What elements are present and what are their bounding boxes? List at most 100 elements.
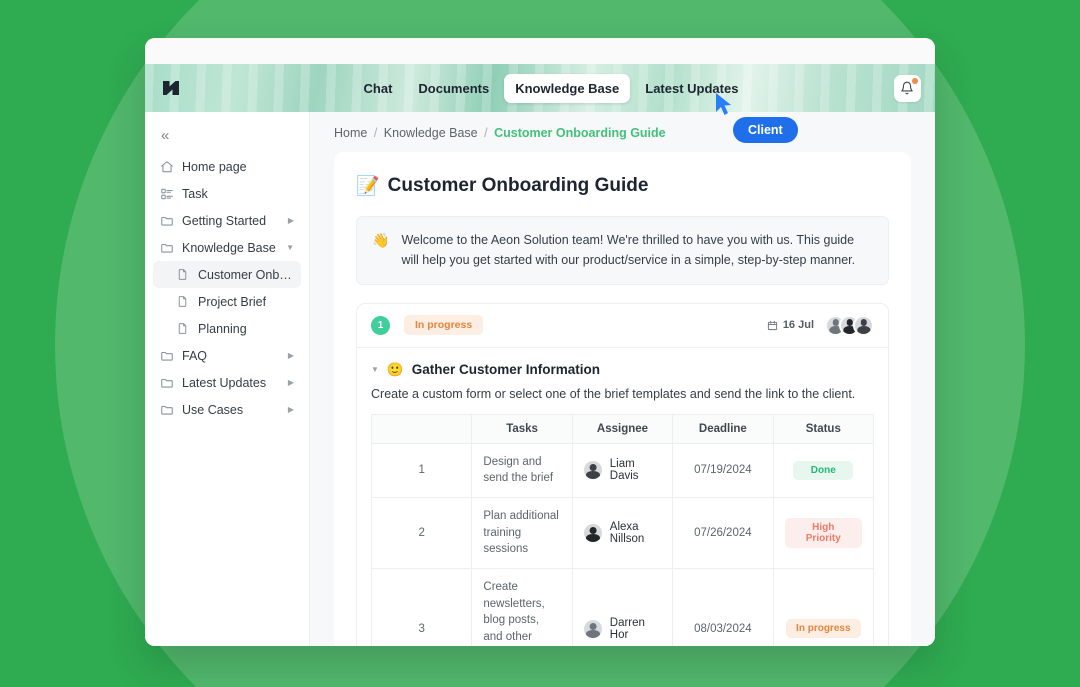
row-assignee-name: Liam Davis (609, 458, 639, 483)
row-index: 2 (370, 496, 473, 569)
main-nav: Chat Documents Knowledge Base Latest Upd… (329, 73, 750, 103)
sidebar-item-label: FAQ (182, 348, 208, 363)
table-row[interactable]: 1 Design and send the brief Liam Davis 0… (370, 442, 875, 498)
sidebar-item-label: Knowledge Base (182, 240, 276, 255)
row-index: 3 (370, 567, 473, 646)
row-assignee-name: Darren Hor (609, 616, 645, 641)
sidebar-item-label: Home page (182, 159, 247, 174)
row-task: Create newsletters, blog posts, and othe… (471, 567, 573, 646)
app-body: « Home page Task Getting Started ▶ Knowl… (145, 112, 935, 646)
app-header: Chat Documents Knowledge Base Latest Upd… (145, 64, 935, 112)
sidebar-item-customer-onboarding[interactable]: Customer Onboar... (153, 261, 301, 288)
table-header-deadline[interactable]: Deadline (672, 413, 774, 444)
row-status: In progress (772, 567, 875, 646)
sidebar-item-label: Task (182, 186, 208, 201)
table-header-row: Tasks Assignee Deadline Status (370, 413, 875, 444)
sidebar-item-label: Project Brief (198, 294, 267, 309)
nav-tab-documents[interactable]: Documents (407, 74, 500, 103)
sidebar-item-label: Planning (198, 321, 247, 336)
table-header-assignee[interactable]: Assignee (571, 413, 674, 444)
document-scroll-region[interactable]: 📝 Customer Onboarding Guide 👋 Welcome to… (310, 152, 935, 646)
tasks-table: Tasks Assignee Deadline Status 1 Design … (370, 413, 875, 646)
calendar-icon (767, 320, 777, 330)
row-assignee: Darren Hor (571, 567, 674, 646)
avatar (583, 461, 602, 480)
chevron-right-icon[interactable]: ▶ (288, 405, 294, 414)
content-area: Home / Knowledge Base / Customer Onboard… (310, 112, 935, 646)
chevron-down-icon[interactable]: ▼ (371, 365, 379, 374)
sidebar-item-planning[interactable]: Planning (153, 315, 301, 342)
remote-cursor-label: Client (733, 117, 798, 143)
sidebar-item-faq[interactable]: FAQ ▶ (153, 342, 301, 369)
sidebar-item-latest-updates[interactable]: Latest Updates ▶ (153, 369, 301, 396)
home-icon (159, 159, 174, 174)
breadcrumb-current[interactable]: Customer Onboarding Guide (494, 126, 666, 140)
avatar (853, 314, 874, 336)
step-date-text: 16 Jul (782, 319, 814, 331)
sidebar-item-label: Customer Onboar... (198, 267, 295, 282)
assignee-avatar-group[interactable] (825, 314, 874, 336)
sidebar-item-use-cases[interactable]: Use Cases ▶ (153, 396, 301, 423)
document-icon (175, 267, 190, 282)
row-task: Design and send the brief (471, 442, 573, 498)
task-icon (159, 186, 174, 201)
row-deadline: 07/26/2024 (672, 496, 774, 569)
chevron-down-icon[interactable]: ▼ (286, 243, 294, 252)
breadcrumb-home[interactable]: Home (334, 126, 367, 140)
table-row[interactable]: 2 Plan additional training sessions Alex… (370, 496, 875, 569)
notifications-button[interactable] (893, 74, 921, 102)
breadcrumb-knowledge-base[interactable]: Knowledge Base (384, 126, 478, 140)
document-icon (175, 294, 190, 309)
sidebar-item-knowledge-base[interactable]: Knowledge Base ▼ (153, 234, 301, 261)
table-header-tasks[interactable]: Tasks (471, 413, 573, 444)
wave-icon: 👋 (372, 232, 390, 248)
sidebar-item-project-brief[interactable]: Project Brief (153, 288, 301, 315)
nav-tab-chat[interactable]: Chat (353, 74, 404, 103)
table-header-status[interactable]: Status (772, 413, 875, 444)
avatar (583, 523, 602, 542)
status-badge[interactable]: Done (793, 460, 854, 480)
row-status: High Priority (772, 496, 875, 569)
sidebar-item-getting-started[interactable]: Getting Started ▶ (153, 207, 301, 234)
step-status-badge[interactable]: In progress (404, 315, 484, 335)
row-assignee: Alexa Nillson (571, 496, 674, 569)
brand-logo-icon[interactable] (158, 75, 184, 101)
page-title: 📝 Customer Onboarding Guide (356, 174, 889, 198)
app-window: Chat Documents Knowledge Base Latest Upd… (145, 38, 935, 646)
nav-tab-knowledge-base[interactable]: Knowledge Base (504, 73, 631, 103)
table-header-index (370, 413, 473, 444)
step-date[interactable]: 16 Jul (767, 319, 814, 331)
row-assignee-name: Alexa Nillson (609, 520, 645, 545)
status-badge[interactable]: In progress (786, 619, 861, 639)
sidebar-item-label: Latest Updates (182, 375, 267, 390)
cursor-pointer-icon (716, 93, 731, 115)
document-card: 📝 Customer Onboarding Guide 👋 Welcome to… (334, 152, 911, 646)
table-row[interactable]: 3 Create newsletters, blog posts, and ot… (370, 567, 875, 646)
chevron-right-icon[interactable]: ▶ (288, 378, 294, 387)
section-title-text: Gather Customer Information (411, 362, 601, 377)
status-badge[interactable]: High Priority (784, 517, 862, 548)
sidebar-item-label: Getting Started (182, 213, 267, 228)
folder-icon (159, 213, 174, 228)
folder-icon (159, 375, 174, 390)
breadcrumb-separator: / (484, 126, 488, 140)
sidebar-collapse-button[interactable]: « (153, 124, 301, 153)
step-header-right: 16 Jul (767, 314, 874, 336)
row-index: 1 (370, 442, 473, 498)
sidebar-item-task[interactable]: Task (153, 180, 301, 207)
sidebar-item-home-page[interactable]: Home page (153, 153, 301, 180)
welcome-callout: 👋 Welcome to the Aeon Solution team! We'… (356, 216, 889, 285)
step-card-1: 1 In progress 16 Jul ▼ 🙂 Gather Customer… (356, 302, 889, 646)
folder-icon (159, 240, 174, 255)
folder-icon (159, 402, 174, 417)
document-icon (175, 321, 190, 336)
row-deadline: 08/03/2024 (672, 567, 774, 646)
section-title: ▼ 🙂 Gather Customer Information (371, 362, 874, 378)
row-status: Done (772, 442, 875, 498)
section-emoji-icon[interactable]: 🙂 (387, 362, 404, 378)
step-number-badge: 1 (371, 315, 390, 335)
chevron-right-icon[interactable]: ▶ (288, 351, 294, 360)
chevron-right-icon[interactable]: ▶ (288, 216, 294, 225)
page-title-text: Customer Onboarding Guide (387, 175, 649, 196)
welcome-callout-text: Welcome to the Aeon Solution team! We're… (401, 233, 856, 268)
